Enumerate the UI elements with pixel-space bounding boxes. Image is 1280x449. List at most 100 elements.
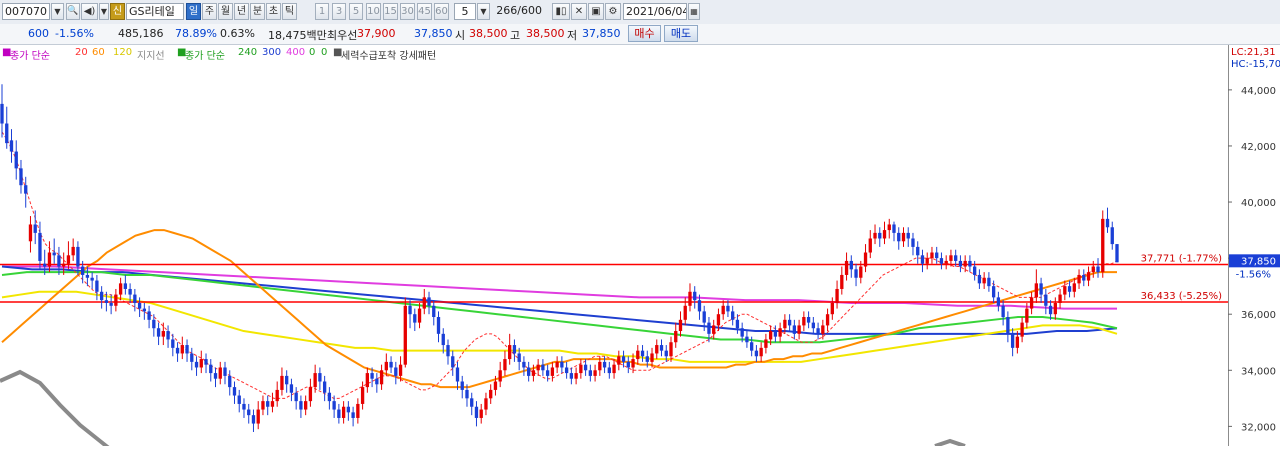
candle-body: [745, 336, 749, 343]
candle-body: [379, 370, 384, 385]
shadow-trend-line-2: [934, 438, 966, 448]
legend-ma400[interactable]: 400: [286, 47, 305, 58]
interval-button[interactable]: 60: [434, 3, 449, 20]
count-display: 266/600: [494, 3, 544, 20]
candle-body: [71, 246, 75, 256]
candle-body: [247, 409, 251, 416]
low-label: 저: [567, 29, 578, 42]
candle-body: [849, 260, 853, 270]
legend-ma-long-label[interactable]: 종가 단순: [185, 47, 225, 62]
candle-body: [484, 398, 488, 410]
candle-body: [678, 319, 683, 332]
candle-body: [816, 328, 820, 334]
candle-body: [987, 277, 991, 287]
period-button[interactable]: 초: [266, 3, 281, 20]
candle-body: [137, 302, 142, 309]
interval-button[interactable]: 1: [315, 3, 329, 20]
date-input[interactable]: 2021/06/04: [623, 3, 687, 20]
speaker-icon[interactable]: ◀): [81, 3, 98, 20]
candle-body: [593, 370, 597, 376]
interval-button[interactable]: 10: [366, 3, 381, 20]
candle-body: [759, 347, 763, 357]
legend-ma120[interactable]: 120: [113, 47, 132, 58]
period-button[interactable]: 월: [218, 3, 233, 20]
price-chart[interactable]: LC:21,31HC:-15,7044,00042,00040,00038,00…: [0, 45, 1280, 449]
candle-body: [422, 297, 426, 309]
candle-body: [432, 305, 436, 318]
settings-icon[interactable]: ⚙: [605, 3, 621, 20]
period-button[interactable]: 틱: [282, 3, 297, 20]
y-axis-panel: [1228, 45, 1280, 446]
candle-body: [237, 395, 241, 404]
legend-ma20[interactable]: 20: [75, 47, 88, 58]
axis-hc-label: HC:-15,70: [1231, 59, 1280, 70]
candle-body: [503, 359, 507, 371]
legend-ma-short-label[interactable]: 종가 단순: [10, 47, 50, 62]
candle-body: [1072, 283, 1076, 292]
candle-body: [9, 140, 14, 152]
stock-code-input[interactable]: 007070: [2, 3, 50, 20]
candle-body: [33, 224, 37, 233]
interval-input[interactable]: 5: [454, 3, 476, 20]
candle-body: [844, 260, 849, 275]
interval-button[interactable]: 15: [383, 3, 398, 20]
buy-button[interactable]: 매수: [628, 25, 661, 42]
interval-button[interactable]: 3: [332, 3, 346, 20]
chart-toolbar: 007070 ▼ 🔍 ◀) ▼ 신 GS리테일 5 ▼ 266/600 ▮▯ ✕…: [0, 0, 1280, 25]
candle-body: [958, 260, 963, 267]
legend-support-label[interactable]: 지지선: [137, 47, 165, 62]
candle-body: [550, 367, 555, 376]
candle-body: [1015, 336, 1020, 348]
legend-ma60[interactable]: 60: [92, 47, 105, 58]
legend-ma-a[interactable]: 0: [309, 47, 315, 58]
candle-body: [99, 291, 104, 301]
candle-body: [854, 269, 858, 278]
interval-dropdown-icon[interactable]: ▼: [477, 3, 490, 20]
candle-body: [897, 232, 901, 242]
candle-body: [128, 288, 132, 295]
sell-button[interactable]: 매도: [664, 25, 698, 42]
period-button[interactable]: 일: [186, 3, 201, 20]
legend-ma300[interactable]: 300: [262, 47, 281, 58]
crosshair-icon[interactable]: ✕: [571, 3, 587, 20]
candle-body: [683, 305, 687, 320]
stock-name-field[interactable]: GS리테일: [126, 3, 184, 20]
candle-body: [996, 297, 1001, 306]
interval-button[interactable]: 30: [400, 3, 415, 20]
calendar-icon[interactable]: ▦: [688, 3, 700, 20]
interval-button[interactable]: 45: [417, 3, 432, 20]
candle-body: [688, 291, 692, 306]
code-dropdown-icon[interactable]: ▼: [51, 3, 64, 20]
candle-body: [194, 361, 199, 368]
period-button[interactable]: 년: [234, 3, 249, 20]
legend-pattern-label[interactable]: 세력수급포착 강세패턴: [341, 47, 436, 62]
candle-body: [806, 317, 811, 323]
legend-ma-b[interactable]: 0: [321, 47, 327, 58]
period-button[interactable]: 주: [202, 3, 217, 20]
legend-ma240[interactable]: 240: [238, 47, 257, 58]
period-button[interactable]: 분: [250, 3, 265, 20]
trade-amount: 18,475백만: [268, 29, 327, 42]
candle-body: [925, 258, 929, 264]
best-quote-label: 최우선: [327, 29, 358, 42]
chart-canvas[interactable]: LC:21,31HC:-15,7044,00042,00040,00038,00…: [0, 45, 1280, 449]
candle-body: [436, 317, 441, 334]
candle-body: [588, 370, 593, 376]
y-tick-label: 34,000: [1241, 366, 1276, 377]
candle-body: [489, 389, 493, 399]
candle-type-icon[interactable]: ▮▯: [552, 3, 570, 20]
candle-body: [982, 277, 986, 284]
candle-body: [607, 367, 611, 374]
y-tick-label: 32,000: [1241, 422, 1276, 433]
high-label: 고: [510, 29, 521, 42]
speaker-dropdown-icon[interactable]: ▼: [99, 3, 109, 20]
candle-body: [451, 356, 455, 368]
candle-body: [493, 381, 498, 390]
candle-body: [892, 224, 896, 233]
volume: 485,186: [118, 27, 164, 40]
interval-button[interactable]: 5: [349, 3, 363, 20]
search-icon[interactable]: 🔍: [66, 3, 80, 20]
save-icon[interactable]: ▣: [588, 3, 604, 20]
candle-body: [14, 151, 18, 169]
candle-body: [142, 308, 147, 312]
